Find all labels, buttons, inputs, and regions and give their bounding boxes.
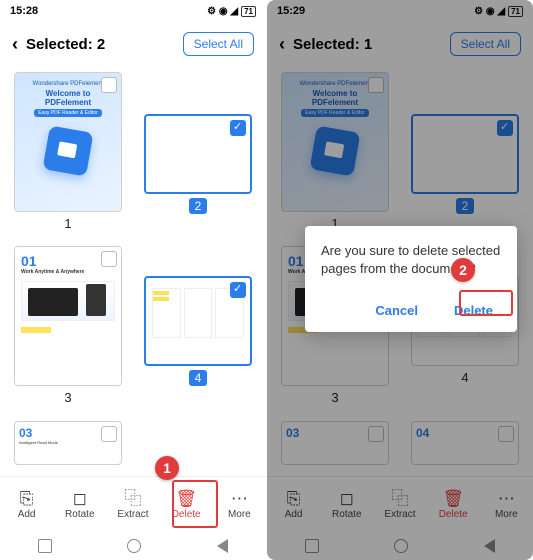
page-checkbox[interactable]: [101, 426, 117, 442]
nav-recents-icon[interactable]: [38, 539, 52, 553]
back-icon[interactable]: ‹: [12, 34, 18, 55]
callout-1: 1: [155, 456, 179, 480]
highlight-delete: [172, 480, 218, 528]
rotate-button[interactable]: ◻Rotate: [56, 490, 104, 520]
phone-right: 15:29 ⚙ ◉ ◢ 71 ‹ Selected: 1 Select All …: [267, 0, 533, 560]
app-cube-icon: [43, 126, 94, 177]
page-checkbox[interactable]: [101, 77, 117, 93]
brand-label: Wondershare PDFelement: [33, 81, 104, 87]
select-all-button[interactable]: Select All: [183, 32, 254, 56]
add-icon: ⎘: [20, 490, 34, 507]
page-number: 1: [64, 216, 71, 231]
cancel-button[interactable]: Cancel: [367, 299, 426, 322]
page-checkbox[interactable]: [101, 251, 117, 267]
page-checkbox[interactable]: [230, 120, 246, 136]
status-icons: ⚙ ◉ ◢ 71: [207, 6, 256, 17]
phone-left: 15:28 ⚙ ◉ ◢ 71 ‹ Selected: 2 Select All …: [0, 0, 266, 560]
page-thumb-5[interactable]: 03 Intelligent Read Mode: [14, 421, 122, 465]
header-title: Selected: 2: [26, 36, 105, 53]
header: ‹ Selected: 2 Select All: [0, 22, 266, 66]
nav-home-icon[interactable]: [127, 539, 141, 553]
page-thumb-2[interactable]: [144, 114, 252, 194]
status-time: 15:28: [10, 5, 38, 17]
more-button[interactable]: ⋯More: [215, 490, 263, 520]
extract-button[interactable]: ⿻Extract: [109, 490, 157, 520]
page-number: 3: [64, 390, 71, 405]
more-icon: ⋯: [231, 490, 248, 507]
add-button[interactable]: ⎘Add: [3, 490, 51, 520]
bottom-toolbar: ⎘Add ◻Rotate ⿻Extract 🗑Delete ⋯More: [0, 476, 266, 532]
page-grid: Wondershare PDFelement Welcome toPDFelem…: [0, 66, 266, 476]
extract-icon: ⿻: [124, 490, 141, 507]
rotate-icon: ◻: [73, 490, 87, 507]
callout-2: 2: [451, 258, 475, 282]
system-nav: [0, 532, 266, 560]
highlight-confirm-delete: [459, 290, 513, 316]
page-thumb-3[interactable]: 01 Work Anytime & Anywhere: [14, 246, 122, 386]
page-number: 4: [189, 370, 208, 386]
page-number: 2: [189, 198, 208, 214]
page-thumb-1[interactable]: Wondershare PDFelement Welcome toPDFelem…: [14, 72, 122, 212]
nav-back-icon[interactable]: [217, 539, 228, 553]
confirm-dialog: Are you sure to delete selected pages fr…: [305, 226, 517, 332]
status-bar: 15:28 ⚙ ◉ ◢ 71: [0, 0, 266, 22]
page-checkbox[interactable]: [230, 282, 246, 298]
page-thumb-4[interactable]: [144, 276, 252, 366]
